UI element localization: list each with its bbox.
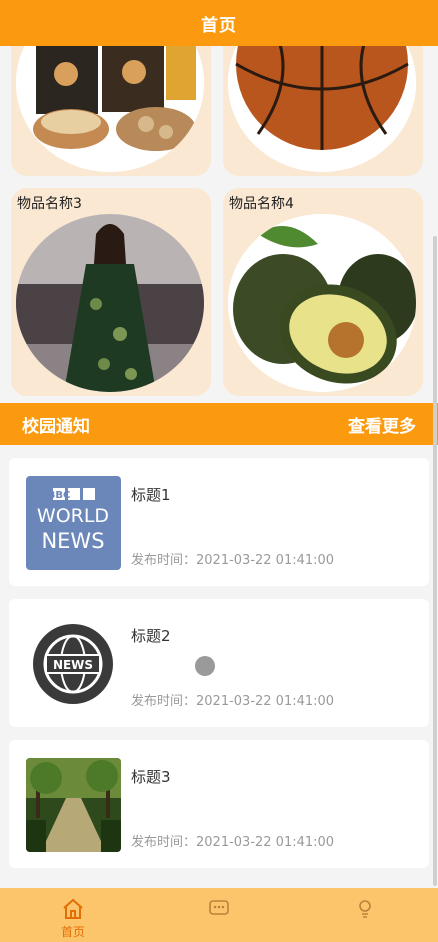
main-scroll-area[interactable]: 物品名称3 物品名称4 校园通知 查看更多 BBC WORLD NEWS 标题1… <box>0 46 438 888</box>
globe-news-icon: NEWS <box>26 617 121 711</box>
scrollbar[interactable] <box>433 236 437 886</box>
goods-name: 物品名称4 <box>229 196 294 212</box>
news-list-item[interactable]: BBC WORLD NEWS 标题1 发布时间：2021-03-22 01:41… <box>9 458 429 586</box>
goods-name: 物品名称3 <box>17 196 82 212</box>
bbc-logo-news: NEWS <box>41 529 104 553</box>
goods-image <box>16 46 204 172</box>
tab-chat[interactable] <box>146 888 292 942</box>
news-publish-time: 发布时间：2021-03-22 01:41:00 <box>131 553 335 568</box>
bbc-world-news-logo: BBC WORLD NEWS <box>26 476 121 570</box>
bbc-logo-letter: BBC <box>48 490 71 501</box>
notice-section-header: 校园通知 查看更多 <box>0 403 438 445</box>
tab-home[interactable]: 首页 <box>0 888 146 942</box>
news-title: 标题1 <box>131 486 171 504</box>
goods-card[interactable] <box>11 46 211 176</box>
news-publish-time: 发布时间：2021-03-22 01:41:00 <box>131 835 335 850</box>
goods-card[interactable]: 物品名称3 <box>11 188 211 396</box>
notice-title: 校园通知 <box>22 416 90 437</box>
goods-image <box>228 46 416 172</box>
page-title: 首页 <box>201 15 237 36</box>
news-icon-label: NEWS <box>53 658 93 672</box>
goods-image <box>16 214 204 392</box>
tab-label: 首页 <box>60 925 85 939</box>
news-list-item[interactable]: NEWS 标题2 发布时间：2021-03-22 01:41:00 <box>9 599 429 727</box>
top-header: 首页 <box>0 0 438 46</box>
goods-image <box>228 214 416 392</box>
bottom-tab-bar: 首页 <box>0 888 438 942</box>
news-publish-time: 发布时间：2021-03-22 01:41:00 <box>131 694 335 709</box>
tab-user[interactable] <box>292 888 438 942</box>
view-more-link[interactable]: 查看更多 <box>348 412 416 437</box>
news-list-item[interactable]: 标题3 发布时间：2021-03-22 01:41:00 <box>9 740 429 868</box>
bbc-logo-world: WORLD <box>37 505 109 527</box>
goods-card[interactable]: 物品名称4 <box>223 188 423 396</box>
goods-card[interactable] <box>223 46 423 176</box>
loading-indicator <box>195 656 215 676</box>
tree-lined-road-photo <box>26 758 121 852</box>
home-icon <box>63 898 83 919</box>
news-title: 标题2 <box>131 627 171 645</box>
news-title: 标题3 <box>131 768 171 786</box>
user-icon <box>359 900 371 918</box>
chat-icon <box>209 900 229 915</box>
